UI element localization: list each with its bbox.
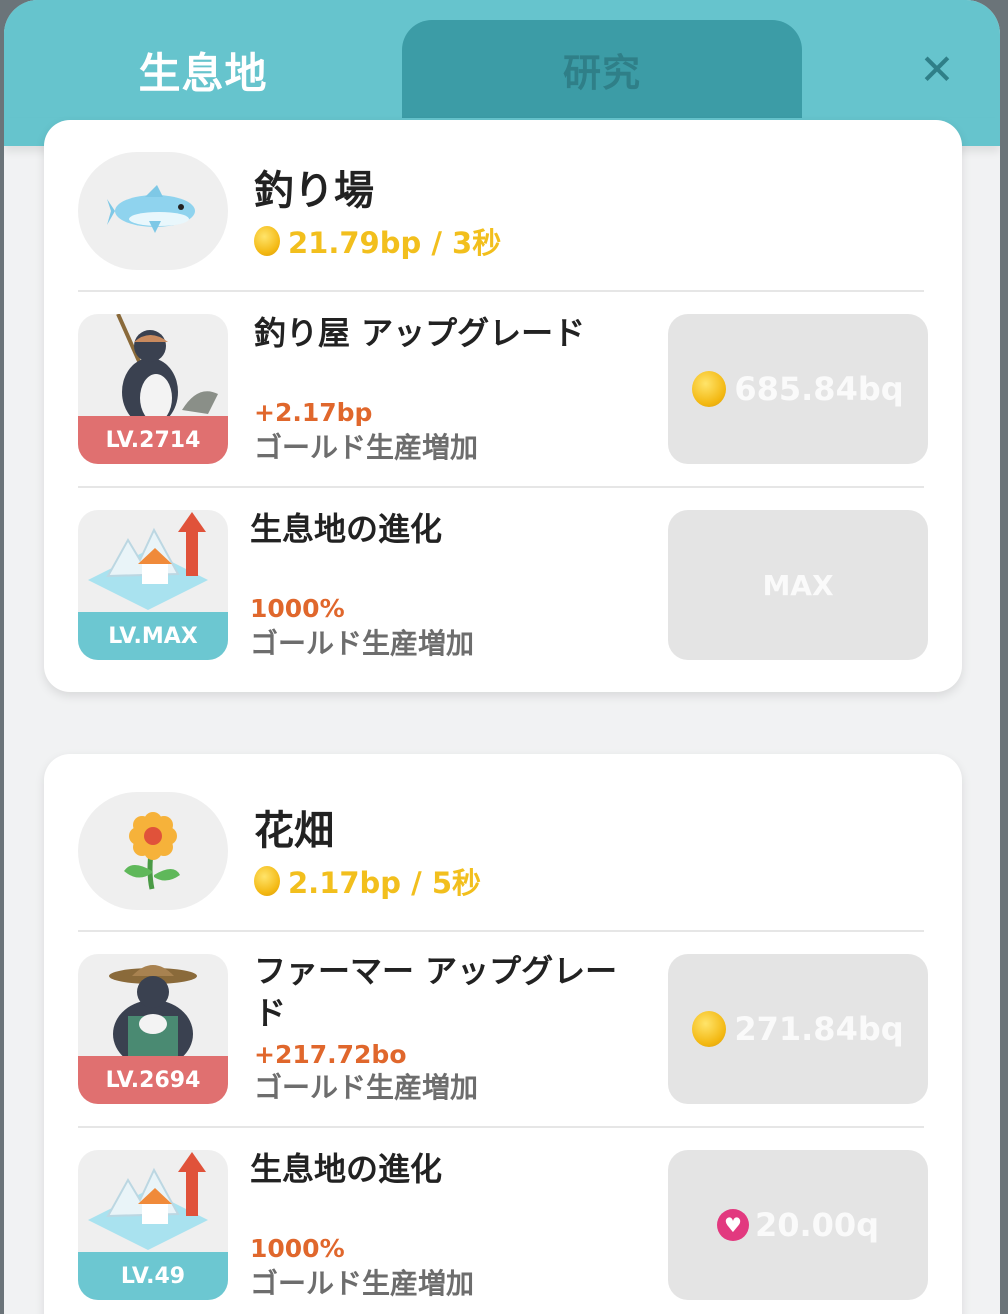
habitat-evolution-icon: LV.49 xyxy=(78,1150,228,1300)
habitat-evolution-icon: LV.MAX xyxy=(78,510,228,660)
divider xyxy=(78,930,924,932)
upgrade-bonus: +2.17bp xyxy=(254,398,373,427)
upgrade-description: ゴールド生産増加 xyxy=(250,1267,475,1300)
level-badge: LV.49 xyxy=(78,1252,228,1300)
habitat-title: 釣り場 xyxy=(254,168,374,214)
heart-coin-icon: ♥ xyxy=(716,1209,749,1241)
upgrade-bonus: 1000% xyxy=(250,594,345,623)
upgrade-description: ゴールド生産増加 xyxy=(254,1071,479,1104)
farmer-penguin-icon: LV.2694 xyxy=(78,954,228,1104)
close-button[interactable]: ✕ xyxy=(874,20,1000,118)
price-label: 685.84bq xyxy=(734,370,904,408)
upgrade-bonus: +217.72bo xyxy=(254,1040,407,1069)
divider xyxy=(78,1126,924,1128)
buy-upgrade-button[interactable]: 271.84bq xyxy=(668,954,928,1104)
level-badge: LV.MAX xyxy=(78,612,228,660)
habitat-rate: 21.79bp / 3秒 xyxy=(254,220,501,262)
upgrade-description: ゴールド生産増加 xyxy=(250,627,475,660)
habitat-card-fishing: 釣り場 21.79bp / 3秒 LV.2714 釣り屋 アップグレード +2.… xyxy=(44,120,962,692)
habitat-panel: 研究 生息地 ✕ 釣り場 21.79bp / 3秒 LV.2714 釣り屋 アッ… xyxy=(4,0,1000,1314)
gold-coin-icon xyxy=(692,1011,727,1047)
habitat-card-flower-field: 花畑 2.17bp / 5秒 LV.2694 ファーマー アップグレード +21… xyxy=(44,754,962,1314)
habitat-rate-text: 2.17bp / 5秒 xyxy=(288,866,482,900)
habitat-title: 花畑 xyxy=(254,808,334,854)
habitat-rate-text: 21.79bp / 3秒 xyxy=(288,226,502,260)
flower-icon xyxy=(78,792,228,910)
divider xyxy=(78,486,924,488)
level-badge: LV.2714 xyxy=(78,416,228,464)
upgrade-name: 生息地の進化 xyxy=(250,510,443,548)
close-icon: ✕ xyxy=(919,44,955,94)
buy-upgrade-button[interactable]: ♥ 20.00q xyxy=(668,1150,928,1300)
habitat-rate: 2.17bp / 5秒 xyxy=(254,860,481,902)
upgrade-name: 釣り屋 アップグレード xyxy=(254,314,586,352)
tab-research[interactable]: 研究 xyxy=(402,20,802,118)
max-level-button: MAX xyxy=(668,510,928,660)
fish-icon xyxy=(78,152,228,270)
upgrade-description: ゴールド生産増加 xyxy=(254,431,479,464)
gold-coin-icon xyxy=(254,866,280,896)
price-label: MAX xyxy=(762,568,834,602)
upgrade-name: 生息地の進化 xyxy=(250,1150,443,1188)
buy-upgrade-button[interactable]: 685.84bq xyxy=(668,314,928,464)
price-label: 271.84bq xyxy=(734,1010,904,1048)
gold-coin-icon xyxy=(692,371,727,407)
price-label: 20.00q xyxy=(754,1206,880,1244)
upgrade-name: ファーマー アップグレード xyxy=(254,952,618,1032)
gold-coin-icon xyxy=(254,226,280,256)
divider xyxy=(78,290,924,292)
upgrade-bonus: 1000% xyxy=(250,1234,345,1263)
fisher-penguin-icon: LV.2714 xyxy=(78,314,228,464)
level-badge: LV.2694 xyxy=(78,1056,228,1104)
